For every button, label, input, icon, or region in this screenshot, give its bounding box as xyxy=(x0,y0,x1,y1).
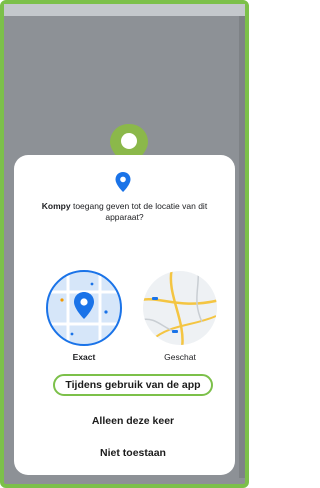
option-exact-label: Exact xyxy=(72,352,96,362)
status-bar xyxy=(4,4,245,16)
while-using-app-button[interactable]: Tijdens gebruik van de app xyxy=(53,374,213,396)
app-name: Kompy xyxy=(41,201,71,211)
map-exact-icon[interactable] xyxy=(46,270,122,346)
prompt-rest: toegang geven tot de locatie van dit app… xyxy=(70,201,208,222)
option-approx-label: Geschat xyxy=(164,352,196,362)
background-app-edge xyxy=(239,16,245,478)
location-permission-dialog: Kompy toegang geven tot de locatie van d… xyxy=(14,155,235,475)
permission-prompt-text: Kompy toegang geven tot de locatie van d… xyxy=(24,201,225,223)
only-this-time-button[interactable]: Alleen deze keer xyxy=(53,410,213,432)
location-pin-icon xyxy=(115,172,131,192)
map-approx-icon[interactable] xyxy=(142,270,218,346)
deny-button[interactable]: Niet toestaan xyxy=(53,442,213,464)
